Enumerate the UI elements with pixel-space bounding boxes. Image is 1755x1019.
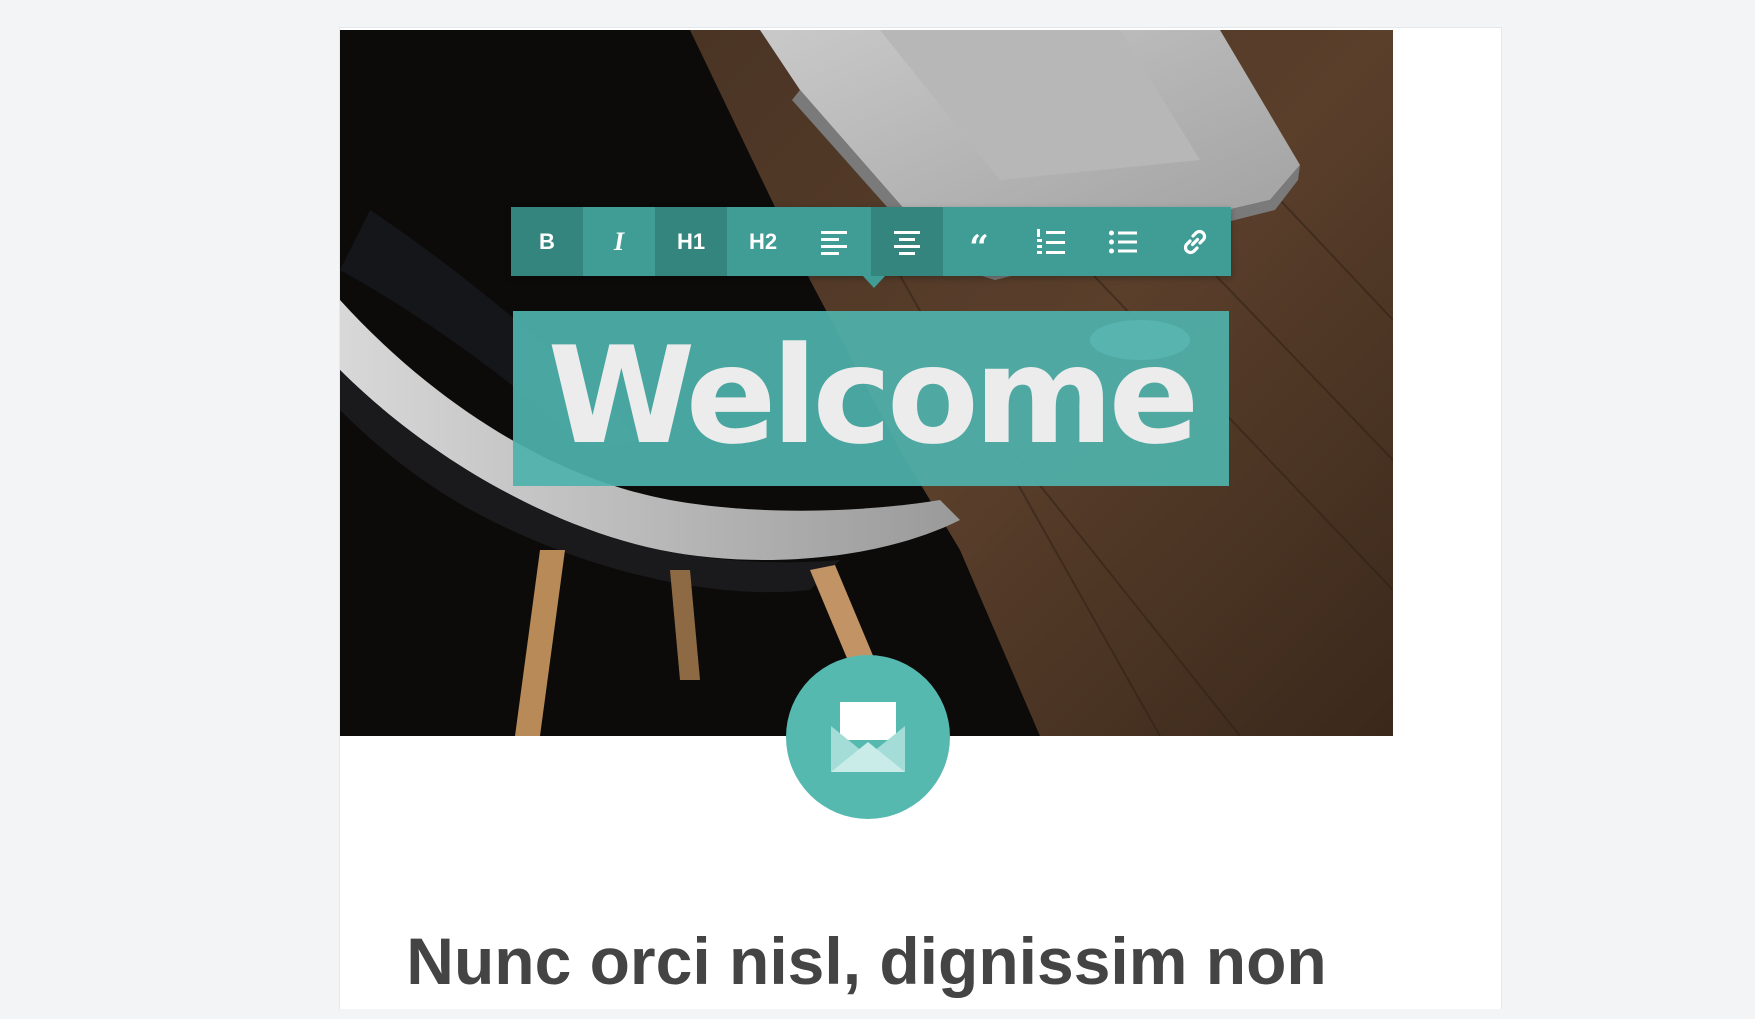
align-left-icon <box>821 230 847 255</box>
ordered-list-button[interactable] <box>1015 207 1087 276</box>
align-center-button[interactable] <box>871 207 943 276</box>
heading-2-icon: H2 <box>748 228 778 254</box>
ordered-list-icon <box>1037 228 1065 254</box>
quote-button[interactable]: “ <box>943 207 1015 276</box>
section-subheading[interactable]: Nunc orci nisl, dignissim non <box>340 928 1393 994</box>
bold-button[interactable]: B <box>511 207 583 276</box>
italic-icon: I <box>613 226 625 256</box>
link-icon <box>1183 229 1207 254</box>
link-button[interactable] <box>1159 207 1231 276</box>
align-left-button[interactable] <box>799 207 871 276</box>
hero-heading-selection[interactable]: Welcome <box>513 311 1229 486</box>
toolbar-pointer <box>863 276 885 288</box>
hero-heading[interactable]: Welcome <box>548 329 1200 463</box>
unordered-list-button[interactable] <box>1087 207 1159 276</box>
unordered-list-icon <box>1109 230 1137 253</box>
quote-icon: “ <box>969 227 989 268</box>
text-format-toolbar: B I H1 H2 “ <box>511 207 1231 276</box>
email-canvas: B I H1 H2 “ Welcome Nunc orci nisl, dign… <box>339 27 1502 1009</box>
align-center-icon <box>894 230 920 255</box>
heading-2-button[interactable]: H2 <box>727 207 799 276</box>
italic-button[interactable]: I <box>583 207 655 276</box>
bold-icon: B <box>539 228 555 254</box>
envelope-badge <box>786 655 950 819</box>
heading-1-icon: H1 <box>676 228 706 254</box>
heading-1-button[interactable]: H1 <box>655 207 727 276</box>
envelope-icon <box>831 702 905 772</box>
